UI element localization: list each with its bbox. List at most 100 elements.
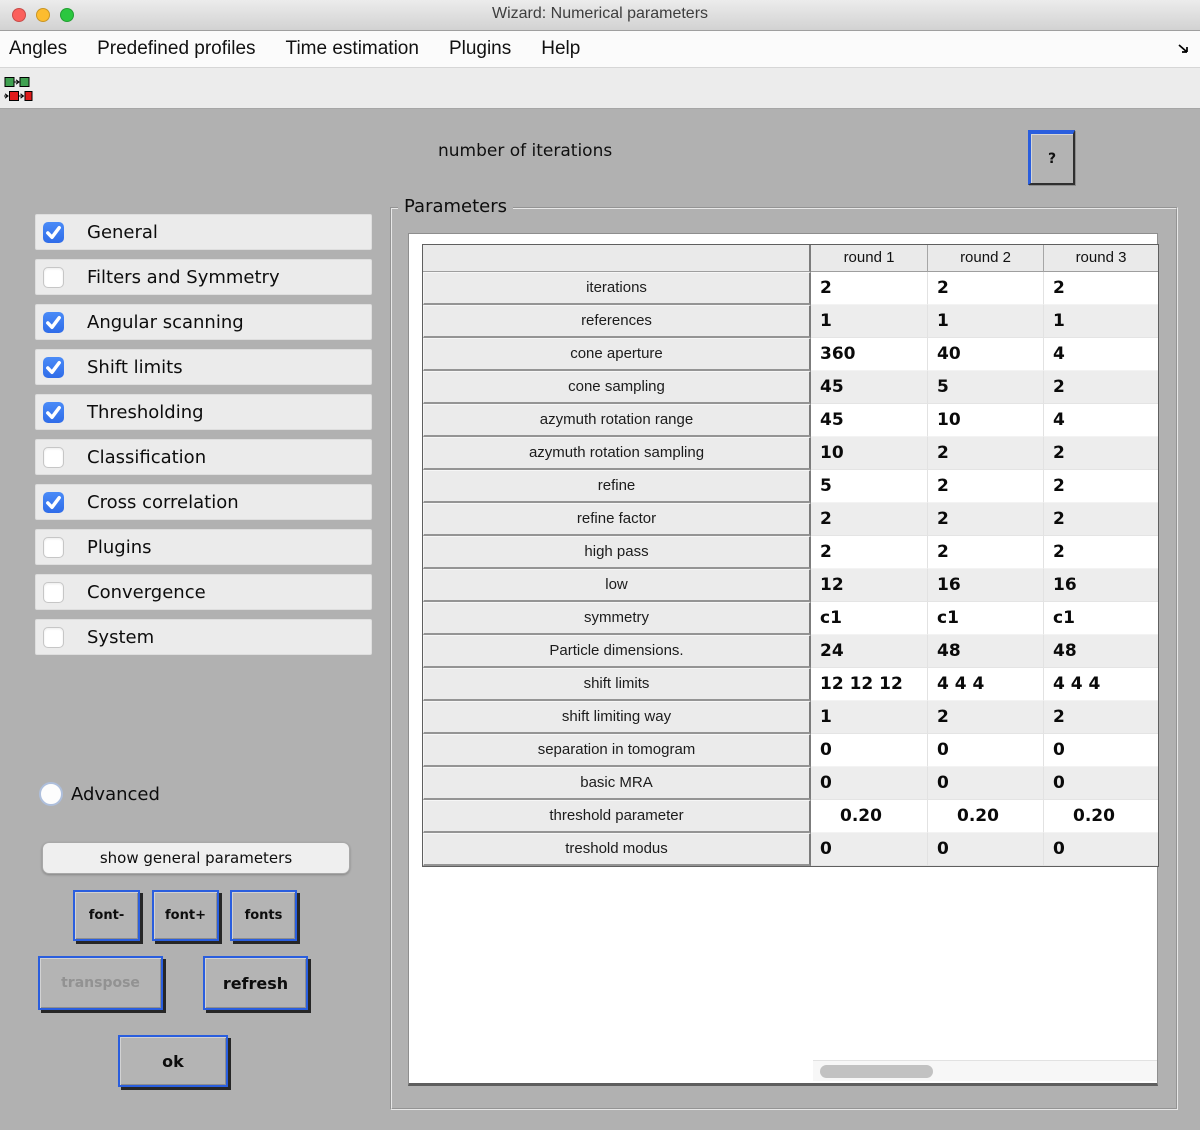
param-row-label-symmetry[interactable]: symmetry	[423, 602, 811, 635]
param-value-cell[interactable]: 0	[811, 767, 928, 800]
param-row-label-azymuth-rotation-sampling[interactable]: azymuth rotation sampling	[423, 437, 811, 470]
checkbox-checked-icon[interactable]	[43, 491, 64, 513]
param-row-label-cone-sampling[interactable]: cone sampling	[423, 371, 811, 404]
checkbox-unchecked-icon[interactable]	[43, 536, 64, 558]
param-row-label-high-pass[interactable]: high pass	[423, 536, 811, 569]
chain-link-red-icon[interactable]	[4, 87, 34, 106]
param-row-label-refine-factor[interactable]: refine factor	[423, 503, 811, 536]
param-value-cell[interactable]: 0	[1044, 734, 1158, 767]
param-value-cell[interactable]: 1	[811, 305, 928, 338]
param-value-cell[interactable]: 4	[1044, 404, 1158, 437]
checkbox-unchecked-icon[interactable]	[43, 446, 64, 468]
param-value-cell[interactable]: 2	[928, 701, 1044, 734]
sidebar-item-plugins[interactable]: Plugins	[35, 529, 372, 565]
param-value-cell[interactable]: 0.20	[1044, 800, 1158, 833]
param-value-cell[interactable]: 45	[811, 404, 928, 437]
sidebar-item-general[interactable]: General	[35, 214, 372, 250]
menu-tearoff-icon[interactable]	[1177, 41, 1192, 60]
advanced-radio[interactable]	[39, 782, 63, 806]
param-value-cell[interactable]: 2	[811, 503, 928, 536]
transpose-button[interactable]: transpose	[38, 956, 163, 1010]
param-value-cell[interactable]: 2	[1044, 272, 1158, 305]
param-value-cell[interactable]: 2	[1044, 536, 1158, 569]
menu-item-plugins[interactable]: Plugins	[449, 38, 511, 60]
param-value-cell[interactable]: 2	[928, 437, 1044, 470]
help-button[interactable]: ?	[1028, 130, 1075, 185]
checkbox-unchecked-icon[interactable]	[43, 581, 64, 603]
param-value-cell[interactable]: 2	[1044, 437, 1158, 470]
param-row-label-basic-mra[interactable]: basic MRA	[423, 767, 811, 800]
menu-item-angles[interactable]: Angles	[9, 38, 67, 60]
param-value-cell[interactable]: 0.20	[811, 800, 928, 833]
sidebar-item-cross-correlation[interactable]: Cross correlation	[35, 484, 372, 520]
menu-item-time-estimation[interactable]: Time estimation	[286, 38, 419, 60]
font-plus-button[interactable]: font+	[152, 890, 219, 941]
param-value-cell[interactable]: 0	[928, 734, 1044, 767]
param-value-cell[interactable]: 12	[811, 569, 928, 602]
sidebar-item-system[interactable]: System	[35, 619, 372, 655]
param-row-label-shift-limits[interactable]: shift limits	[423, 668, 811, 701]
param-value-cell[interactable]: 2	[1044, 371, 1158, 404]
param-value-cell[interactable]: 2	[1044, 470, 1158, 503]
param-row-label-azymuth-rotation-range[interactable]: azymuth rotation range	[423, 404, 811, 437]
param-value-cell[interactable]: 2	[928, 536, 1044, 569]
param-value-cell[interactable]: 2	[811, 536, 928, 569]
menu-item-predefined-profiles[interactable]: Predefined profiles	[97, 38, 255, 60]
param-value-cell[interactable]: 12 12 12	[811, 668, 928, 701]
param-value-cell[interactable]: 2	[928, 470, 1044, 503]
param-value-cell[interactable]: 1	[1044, 305, 1158, 338]
menu-item-help[interactable]: Help	[541, 38, 580, 60]
fonts-button[interactable]: fonts	[230, 890, 297, 941]
param-row-label-iterations[interactable]: iterations	[423, 272, 811, 305]
param-row-label-threshold-parameter[interactable]: threshold parameter	[423, 800, 811, 833]
param-value-cell[interactable]: 2	[928, 272, 1044, 305]
param-row-label-shift-limiting-way[interactable]: shift limiting way	[423, 701, 811, 734]
param-value-cell[interactable]: 48	[928, 635, 1044, 668]
param-row-label-references[interactable]: references	[423, 305, 811, 338]
checkbox-checked-icon[interactable]	[43, 221, 64, 243]
checkbox-unchecked-icon[interactable]	[43, 626, 64, 648]
checkbox-unchecked-icon[interactable]	[43, 266, 64, 288]
param-row-label-treshold-modus[interactable]: treshold modus	[423, 833, 811, 866]
param-value-cell[interactable]: 16	[1044, 569, 1158, 602]
param-value-cell[interactable]: 0	[811, 833, 928, 866]
param-value-cell[interactable]: 16	[928, 569, 1044, 602]
param-row-label-refine[interactable]: refine	[423, 470, 811, 503]
param-value-cell[interactable]: 2	[811, 272, 928, 305]
checkbox-checked-icon[interactable]	[43, 401, 64, 423]
param-row-label-particle-dimensions[interactable]: Particle dimensions.	[423, 635, 811, 668]
param-value-cell[interactable]: 0	[928, 767, 1044, 800]
param-value-cell[interactable]: 10	[928, 404, 1044, 437]
ok-button[interactable]: ok	[118, 1035, 228, 1087]
refresh-button[interactable]: refresh	[203, 956, 308, 1010]
param-value-cell[interactable]: 10	[811, 437, 928, 470]
param-value-cell[interactable]: c1	[928, 602, 1044, 635]
show-general-parameters-button[interactable]: show general parameters	[42, 842, 350, 874]
param-value-cell[interactable]: 0	[1044, 833, 1158, 866]
horizontal-scrollbar[interactable]	[813, 1060, 1157, 1081]
param-value-cell[interactable]: 48	[1044, 635, 1158, 668]
param-value-cell[interactable]: 360	[811, 338, 928, 371]
font-minus-button[interactable]: font-	[73, 890, 140, 941]
param-value-cell[interactable]: 40	[928, 338, 1044, 371]
sidebar-item-filters-and-symmetry[interactable]: Filters and Symmetry	[35, 259, 372, 295]
param-value-cell[interactable]: 5	[928, 371, 1044, 404]
param-value-cell[interactable]: 2	[1044, 701, 1158, 734]
sidebar-item-convergence[interactable]: Convergence	[35, 574, 372, 610]
param-value-cell[interactable]: 4 4 4	[1044, 668, 1158, 701]
param-value-cell[interactable]: 2	[928, 503, 1044, 536]
sidebar-item-classification[interactable]: Classification	[35, 439, 372, 475]
param-value-cell[interactable]: 4	[1044, 338, 1158, 371]
param-row-label-low[interactable]: low	[423, 569, 811, 602]
sidebar-item-angular-scanning[interactable]: Angular scanning	[35, 304, 372, 340]
checkbox-checked-icon[interactable]	[43, 311, 64, 333]
param-value-cell[interactable]: 4 4 4	[928, 668, 1044, 701]
param-row-label-separation-in-tomogram[interactable]: separation in tomogram	[423, 734, 811, 767]
sidebar-item-shift-limits[interactable]: Shift limits	[35, 349, 372, 385]
param-value-cell[interactable]: 45	[811, 371, 928, 404]
param-value-cell[interactable]: 0	[811, 734, 928, 767]
param-value-cell[interactable]: c1	[1044, 602, 1158, 635]
param-value-cell[interactable]: 24	[811, 635, 928, 668]
scrollbar-thumb[interactable]	[820, 1065, 933, 1078]
checkbox-checked-icon[interactable]	[43, 356, 64, 378]
